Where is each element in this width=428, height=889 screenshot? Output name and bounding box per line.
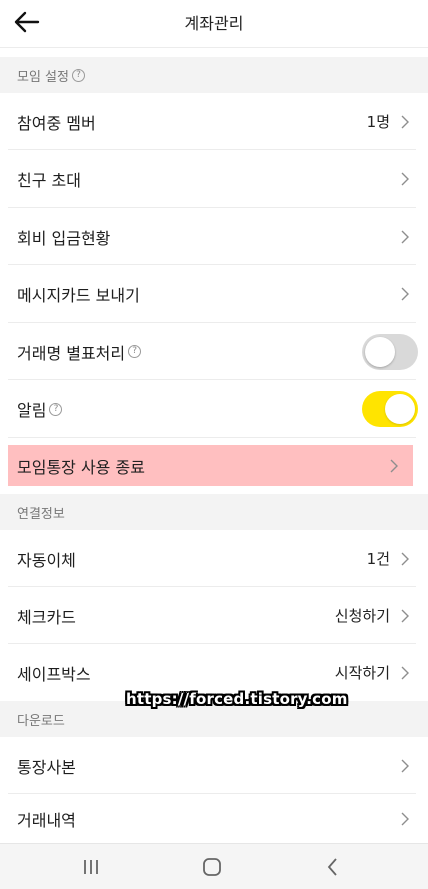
app-header: 계좌관리 bbox=[0, 0, 428, 48]
mask-names-label: 거래명 별표처리 bbox=[17, 343, 126, 363]
chevron-right-icon bbox=[401, 287, 409, 301]
help-icon[interactable]: ? bbox=[49, 402, 63, 416]
transactions-label: 거래내역 bbox=[17, 810, 76, 830]
chevron-right-icon bbox=[390, 459, 398, 472]
section-header-connection-info: 연결정보 bbox=[0, 494, 428, 530]
end-account-row[interactable]: 모임통장 사용 종료 bbox=[8, 445, 413, 486]
bankbook-copy-row[interactable]: 통장사본 bbox=[0, 737, 428, 794]
chevron-right-icon bbox=[401, 812, 409, 825]
dues-status-row[interactable]: 회비 입금현황 bbox=[0, 208, 428, 265]
mask-names-row: 거래명 별표처리 ? bbox=[0, 323, 428, 380]
auto-transfer-label: 자동이체 bbox=[17, 550, 76, 570]
members-row[interactable]: 참여중 멤버 1명 bbox=[0, 93, 428, 150]
safebox-label: 세이프박스 bbox=[17, 664, 91, 684]
toggle-knob bbox=[385, 394, 415, 424]
chevron-right-icon bbox=[401, 609, 409, 622]
dues-status-label: 회비 입금현황 bbox=[17, 228, 111, 248]
nav-back-icon[interactable] bbox=[321, 856, 345, 878]
check-card-action: 신청하기 bbox=[334, 607, 390, 625]
home-icon[interactable] bbox=[200, 856, 224, 878]
alerts-row: 알림 ? bbox=[0, 380, 428, 438]
chevron-right-icon bbox=[401, 666, 409, 679]
chevron-right-icon bbox=[401, 552, 409, 565]
bankbook-copy-label: 통장사본 bbox=[17, 757, 76, 777]
invite-friend-label: 친구 초대 bbox=[17, 171, 81, 190]
auto-transfer-row[interactable]: 자동이체 1건 bbox=[0, 530, 428, 587]
help-icon[interactable]: ? bbox=[71, 68, 85, 82]
check-card-row[interactable]: 체크카드 신청하기 bbox=[0, 587, 428, 644]
section-title: 연결정보 bbox=[17, 506, 65, 522]
chevron-right-icon bbox=[401, 172, 409, 186]
members-count: 1명 bbox=[366, 113, 390, 131]
chevron-right-icon bbox=[401, 115, 409, 128]
chevron-right-icon bbox=[401, 759, 409, 772]
section-title: 모임 설정 bbox=[17, 69, 69, 85]
end-account-label: 모임통장 사용 종료 bbox=[17, 457, 145, 477]
message-card-label: 메시지카드 보내기 bbox=[17, 286, 140, 305]
alerts-toggle[interactable] bbox=[362, 391, 418, 427]
section-header-group-settings: 모임 설정 ? bbox=[0, 57, 428, 93]
divider bbox=[8, 437, 416, 438]
auto-transfer-count: 1건 bbox=[366, 550, 390, 568]
recent-apps-icon[interactable] bbox=[79, 856, 103, 878]
watermark-text: https://forced.tistory.com bbox=[126, 690, 348, 708]
system-nav-bar bbox=[0, 843, 428, 889]
alerts-label: 알림 bbox=[17, 401, 47, 420]
members-label: 참여중 멤버 bbox=[17, 113, 96, 133]
check-card-label: 체크카드 bbox=[17, 607, 76, 627]
help-icon[interactable]: ? bbox=[128, 345, 142, 358]
page-title: 계좌관리 bbox=[184, 14, 244, 33]
toggle-knob bbox=[365, 336, 395, 367]
transactions-row[interactable]: 거래내역 bbox=[0, 794, 428, 843]
message-card-row[interactable]: 메시지카드 보내기 bbox=[0, 265, 428, 323]
chevron-right-icon bbox=[401, 230, 409, 243]
invite-friend-row[interactable]: 친구 초대 bbox=[0, 150, 428, 208]
section-title: 다운로드 bbox=[17, 713, 65, 729]
mask-names-toggle[interactable] bbox=[362, 333, 418, 370]
safebox-action: 시작하기 bbox=[334, 664, 390, 682]
